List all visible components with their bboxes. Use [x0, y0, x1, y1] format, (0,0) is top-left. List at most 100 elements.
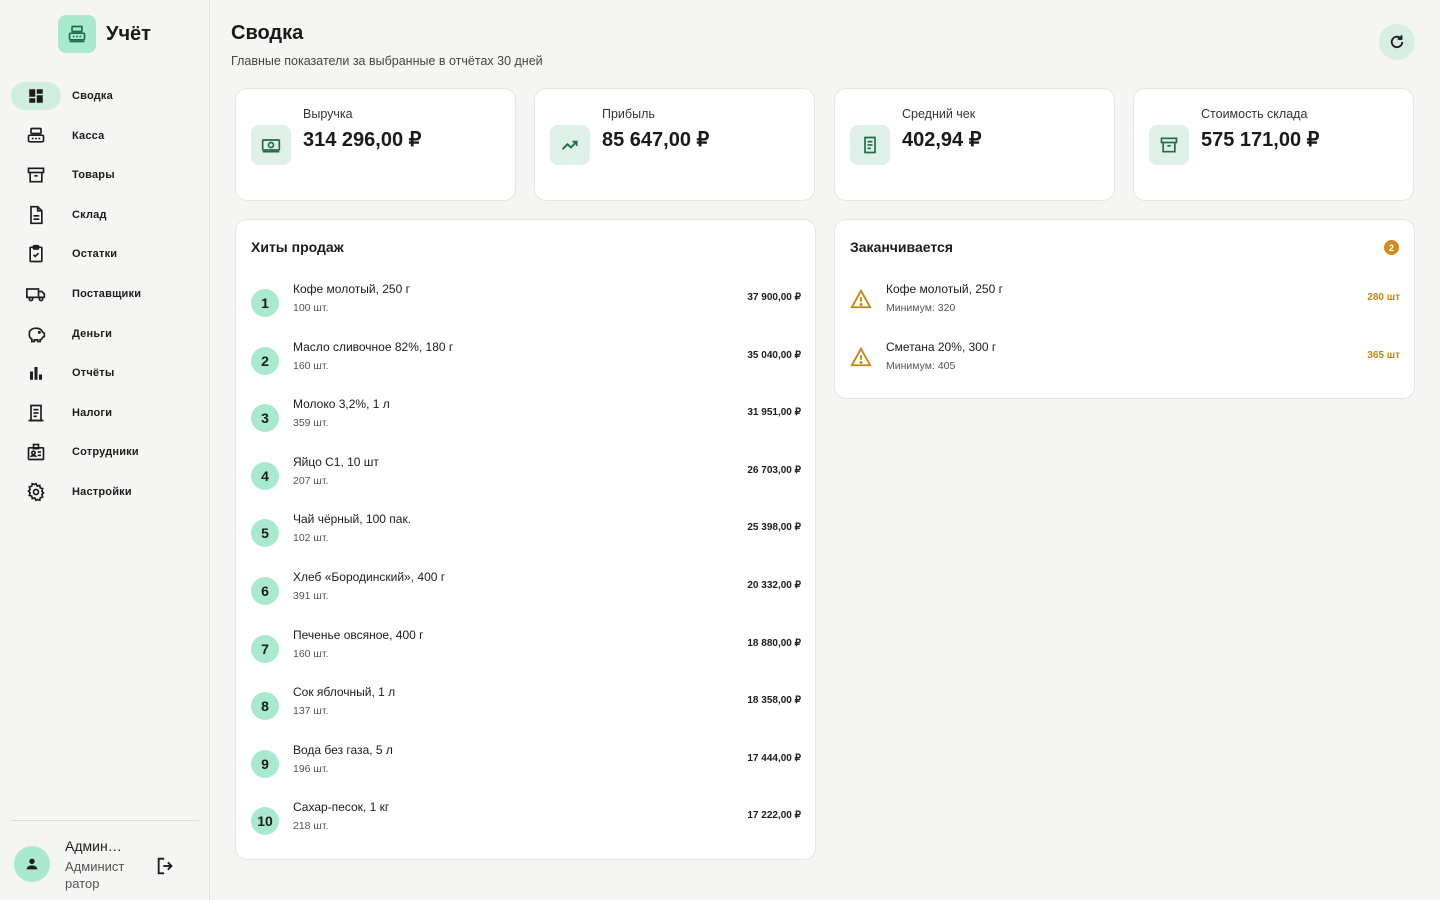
sidebar: Учёт Сводка Касса Товары Склад Остатки П…: [0, 0, 210, 900]
list-item[interactable]: 5 Чай чёрный, 100 пак. 102 шт. 25 398,00…: [251, 512, 801, 556]
product-name: Чай чёрный, 100 пак.: [293, 512, 412, 527]
product-qty: 160 шт.: [293, 359, 329, 372]
kpi-card-average-check: Средний чек 402,94 ₽: [834, 88, 1115, 201]
product-min: Минимум: 405: [886, 359, 956, 372]
refresh-icon: [1390, 35, 1404, 49]
sidebar-item-summary[interactable]: Сводка: [11, 82, 199, 110]
gear-icon: [11, 478, 61, 506]
rank-badge: 8: [251, 692, 279, 721]
section-title: Заканчивается: [850, 239, 953, 255]
sidebar-item-stock[interactable]: Остатки: [11, 240, 199, 268]
app-title: Учёт: [106, 22, 151, 45]
product-qty: 137 шт.: [293, 705, 329, 718]
sidebar-item-products[interactable]: Товары: [11, 161, 199, 189]
product-name: Сок яблочный, 1 л: [293, 685, 396, 700]
user-name: Администратор: [65, 838, 129, 854]
list-item[interactable]: 10 Сахар-песок, 1 кг 218 шт. 17 222,00 ₽: [251, 800, 801, 844]
list-item[interactable]: 1 Кофе молотый, 250 г 100 шт. 37 900,00 …: [251, 282, 801, 326]
product-qty: 365 шт: [1367, 349, 1400, 361]
section-title: Хиты продаж: [251, 239, 344, 255]
product-name: Вода без газа, 5 л: [293, 742, 393, 757]
list-item[interactable]: 4 Яйцо С1, 10 шт 207 шт. 26 703,00 ₽: [251, 455, 801, 499]
refresh-button[interactable]: [1379, 24, 1415, 60]
cash-register-icon: [58, 15, 96, 53]
product-qty: 359 шт.: [293, 417, 329, 430]
receipt-icon: [850, 125, 890, 165]
sidebar-item-settings[interactable]: Настройки: [11, 478, 199, 506]
kpi-card-profit: Прибыль 85 647,00 ₽: [534, 88, 815, 201]
product-min: Минимум: 320: [886, 302, 956, 314]
product-qty: 160 шт.: [293, 647, 329, 660]
sidebar-item-employees[interactable]: Сотрудники: [11, 438, 199, 466]
sidebar-item-money[interactable]: Деньги: [11, 320, 199, 348]
count-badge: 2: [1384, 240, 1399, 255]
list-item[interactable]: Сметана 20%, 300 г Минимум: 405 365 шт: [850, 340, 1400, 380]
page-subtitle: Главные показатели за выбранные в отчёта…: [231, 54, 543, 68]
kpi-value: 575 171,00 ₽: [1201, 129, 1320, 151]
kpi-label: Прибыль: [602, 107, 655, 121]
document-icon: [11, 201, 61, 229]
list-item[interactable]: 9 Вода без газа, 5 л 196 шт. 17 444,00 ₽: [251, 743, 801, 787]
product-amount: 18 358,00 ₽: [747, 695, 801, 707]
product-name: Яйцо С1, 10 шт: [293, 454, 379, 469]
top-sellers-card: Хиты продаж 1 Кофе молотый, 250 г 100 шт…: [235, 219, 816, 860]
dashboard-icon: [11, 82, 61, 110]
rank-badge: 10: [251, 807, 279, 836]
sidebar-item-reports[interactable]: Отчёты: [11, 359, 199, 387]
list-item[interactable]: Кофе молотый, 250 г Минимум: 320 280 шт: [850, 282, 1400, 322]
product-qty: 280 шт: [1367, 292, 1400, 303]
product-name: Хлеб «Бородинский», 400 г: [293, 570, 446, 584]
product-amount: 17 444,00 ₽: [747, 752, 801, 764]
bar-chart-icon: [11, 359, 61, 387]
sidebar-item-cash[interactable]: Касса: [11, 122, 199, 150]
cash-register-icon: [11, 122, 61, 150]
sidebar-item-label: Склад: [72, 208, 107, 221]
product-name: Кофе молотый, 250 г: [886, 282, 1003, 296]
rank-badge: 4: [251, 461, 279, 490]
product-name: Сметана 20%, 300 г: [886, 339, 997, 354]
product-qty: 100 шт.: [293, 302, 329, 314]
sidebar-item-label: Остатки: [72, 248, 118, 261]
sidebar-item-suppliers[interactable]: Поставщики: [11, 280, 199, 308]
product-amount: 26 703,00 ₽: [747, 464, 801, 476]
clipboard-check-icon: [11, 240, 61, 268]
warning-icon: [850, 346, 872, 366]
kpi-value: 314 296,00 ₽: [303, 129, 422, 151]
badge-icon: [11, 438, 61, 466]
kpi-card-revenue: Выручка 314 296,00 ₽: [235, 88, 516, 201]
sidebar-item-warehouse[interactable]: Склад: [11, 201, 199, 229]
rank-badge: 7: [251, 634, 279, 663]
list-item[interactable]: 6 Хлеб «Бородинский», 400 г 391 шт. 20 3…: [251, 570, 801, 614]
warning-icon: [850, 288, 872, 309]
rank-badge: 5: [251, 519, 279, 548]
page-title: Сводка: [231, 22, 304, 44]
sidebar-item-label: Отчёты: [72, 367, 115, 380]
user-panel: Администратор Администратор: [14, 836, 200, 892]
list-item[interactable]: 8 Сок яблочный, 1 л 137 шт. 18 358,00 ₽: [251, 685, 801, 729]
list-item[interactable]: 7 Печенье овсяное, 400 г 160 шт. 18 880,…: [251, 628, 801, 672]
user-role: Администратор: [65, 859, 125, 891]
kpi-label: Стоимость склада: [1201, 107, 1308, 121]
product-amount: 31 951,00 ₽: [747, 407, 801, 419]
low-stock-card: Заканчивается 2 Кофе молотый, 250 г Мини…: [834, 219, 1415, 399]
sidebar-item-label: Поставщики: [72, 287, 142, 300]
product-name: Молоко 3,2%, 1 л: [293, 397, 390, 412]
list-item[interactable]: 2 Масло сливочное 82%, 180 г 160 шт. 35 …: [251, 340, 801, 384]
product-qty: 391 шт.: [293, 590, 329, 602]
kpi-value: 85 647,00 ₽: [602, 129, 710, 151]
product-name: Кофе молотый, 250 г: [293, 282, 410, 296]
rank-badge: 9: [251, 749, 279, 778]
brand: Учёт: [58, 15, 151, 53]
avatar[interactable]: [14, 846, 50, 882]
logout-button[interactable]: [154, 854, 178, 878]
list-item[interactable]: 3 Молоко 3,2%, 1 л 359 шт. 31 951,00 ₽: [251, 397, 801, 441]
kpi-value: 402,94 ₽: [902, 129, 982, 151]
rank-badge: 1: [251, 289, 279, 317]
money-icon: [251, 125, 291, 165]
receipt-icon: [11, 399, 61, 427]
sidebar-divider: [11, 820, 199, 821]
kpi-label: Средний чек: [902, 107, 976, 121]
rank-badge: 3: [251, 404, 279, 433]
sidebar-item-taxes[interactable]: Налоги: [11, 399, 199, 427]
sidebar-nav: Сводка Касса Товары Склад Остатки Постав…: [11, 82, 199, 518]
